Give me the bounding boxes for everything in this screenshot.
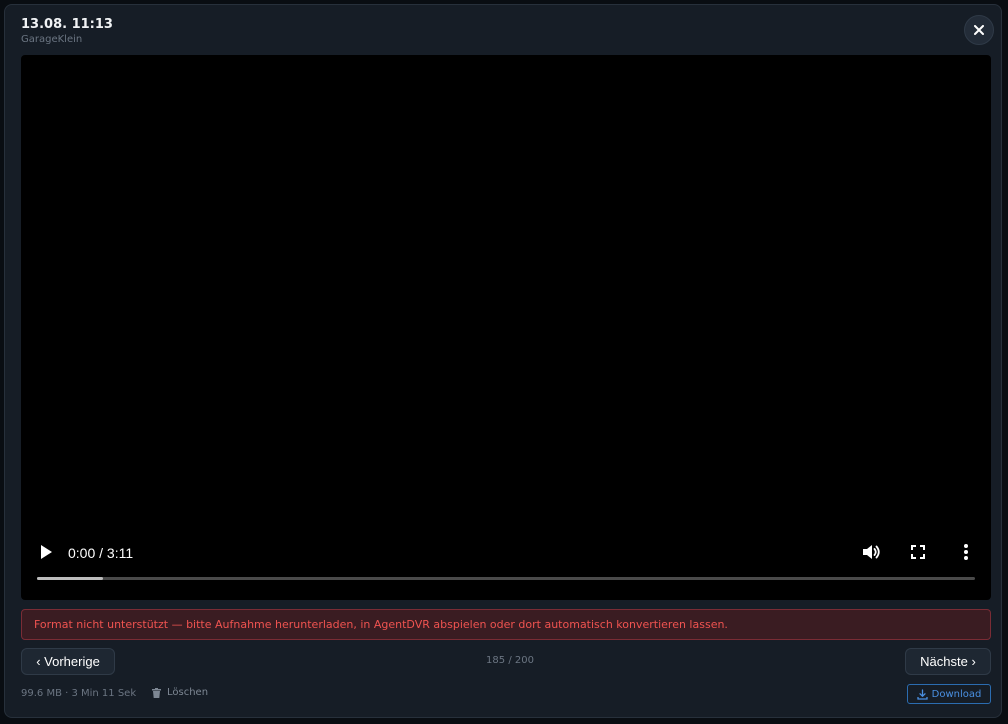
error-banner: Format nicht unterstützt — bitte Aufnahm… (21, 609, 991, 640)
more-vertical-icon (964, 544, 968, 560)
recording-title: 13.08. 11:13 (21, 17, 113, 32)
trash-icon (152, 687, 161, 698)
delete-button[interactable]: Löschen (152, 687, 208, 698)
next-button[interactable]: Nächste › (905, 648, 991, 675)
seek-bar-fill (37, 577, 103, 580)
seek-bar[interactable] (37, 577, 975, 580)
download-label: Download (931, 688, 982, 700)
play-button[interactable] (39, 544, 53, 560)
more-options-button[interactable] (961, 542, 971, 562)
download-button[interactable]: Download (907, 684, 991, 704)
play-icon (41, 545, 52, 559)
volume-icon (863, 545, 880, 559)
close-button[interactable] (964, 15, 994, 45)
previous-button[interactable]: ‹ Vorherige (21, 648, 115, 675)
fullscreen-icon (911, 545, 925, 559)
volume-button[interactable] (861, 542, 881, 562)
recording-counter: 185 / 200 (486, 655, 534, 666)
recording-meta: 99.6 MB · 3 Min 11 Sek (21, 688, 137, 699)
delete-label: Löschen (167, 687, 209, 698)
download-icon (916, 688, 928, 700)
video-player[interactable]: 0:00 / 3:11 (21, 55, 991, 600)
recording-modal: 13.08. 11:13 GarageKlein 0:00 / 3:11 For… (4, 4, 1002, 718)
fullscreen-button[interactable] (910, 544, 926, 560)
close-icon (974, 25, 984, 35)
camera-name: GarageKlein (21, 34, 83, 45)
time-display: 0:00 / 3:11 (68, 545, 134, 561)
